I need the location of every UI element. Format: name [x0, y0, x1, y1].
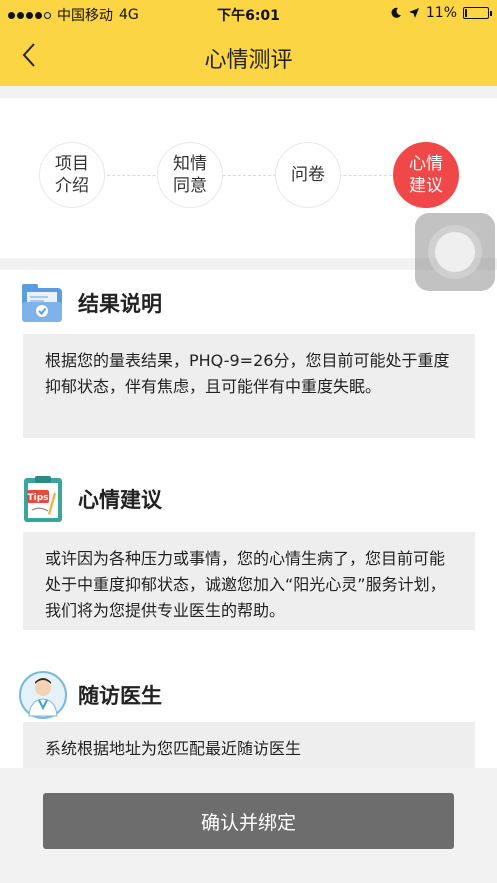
result-content: 结果说明 根据您的量表结果，PHQ-9=26分，您目前可能处于重度抑郁状态，伴有… — [0, 270, 497, 768]
tips-text: Tips — [27, 493, 48, 503]
result-section-header: 结果说明 — [18, 278, 162, 328]
doctor-text-box: 系统根据地址为您匹配最近随访医生 — [23, 722, 475, 768]
nav-bar: 心情测评 — [0, 28, 497, 86]
step-project-intro[interactable]: 项目 介绍 — [39, 142, 105, 208]
assistive-touch-center — [435, 232, 475, 272]
page-title: 心情测评 — [204, 48, 293, 73]
advice-section-header: Tips 心情建议 — [18, 474, 162, 524]
doctor-section-header: 随访医生 — [18, 670, 162, 720]
advice-section-title: 心情建议 — [78, 488, 162, 512]
status-bar: 中国移动 4G 下午6:01 11% — [0, 0, 497, 28]
advice-text-box: 或许因为各种压力或事情，您的心情生病了，您目前可能处于中重度抑郁状态，诚邀您加入… — [23, 532, 475, 630]
step-label: 心情 建议 — [409, 154, 443, 196]
step-label: 问卷 — [291, 165, 325, 185]
status-right: 11% — [390, 5, 492, 21]
tips-clipboard-icon: Tips — [18, 474, 68, 524]
folder-check-icon — [18, 278, 68, 328]
footer: 确认并绑定 — [0, 768, 497, 883]
location-arrow-icon — [408, 8, 419, 18]
step-mood-advice[interactable]: 心情 建议 — [393, 142, 459, 208]
doctor-section-title: 随访医生 — [78, 684, 162, 708]
assistive-touch-button[interactable] — [415, 213, 495, 291]
result-section-title: 结果说明 — [78, 292, 162, 316]
assistive-touch-ring — [428, 225, 482, 279]
doctor-text: 系统根据地址为您匹配最近随访医生 — [45, 739, 302, 758]
result-text: 根据您的量表结果，PHQ-9=26分，您目前可能处于重度抑郁状态，伴有焦虑，且可… — [45, 351, 450, 396]
header: 中国移动 4G 下午6:01 11% 心情测评 — [0, 0, 497, 86]
result-text-box: 根据您的量表结果，PHQ-9=26分，您目前可能处于重度抑郁状态，伴有焦虑，且可… — [23, 334, 475, 438]
battery-percent: 11% — [425, 5, 457, 21]
step-informed-consent[interactable]: 知情 同意 — [157, 142, 223, 208]
step-label: 知情 同意 — [173, 154, 207, 196]
step-questionnaire[interactable]: 问卷 — [275, 142, 341, 208]
doctor-avatar-icon — [18, 670, 68, 720]
battery-fill — [465, 9, 467, 17]
step-connector — [72, 175, 422, 176]
confirm-bind-button[interactable]: 确认并绑定 — [43, 793, 454, 849]
advice-text: 或许因为各种压力或事情，您的心情生病了，您目前可能处于中重度抑郁状态，诚邀您加入… — [45, 549, 446, 620]
battery-icon — [463, 7, 492, 19]
step-label: 项目 介绍 — [55, 154, 89, 196]
moon-icon — [391, 7, 401, 18]
